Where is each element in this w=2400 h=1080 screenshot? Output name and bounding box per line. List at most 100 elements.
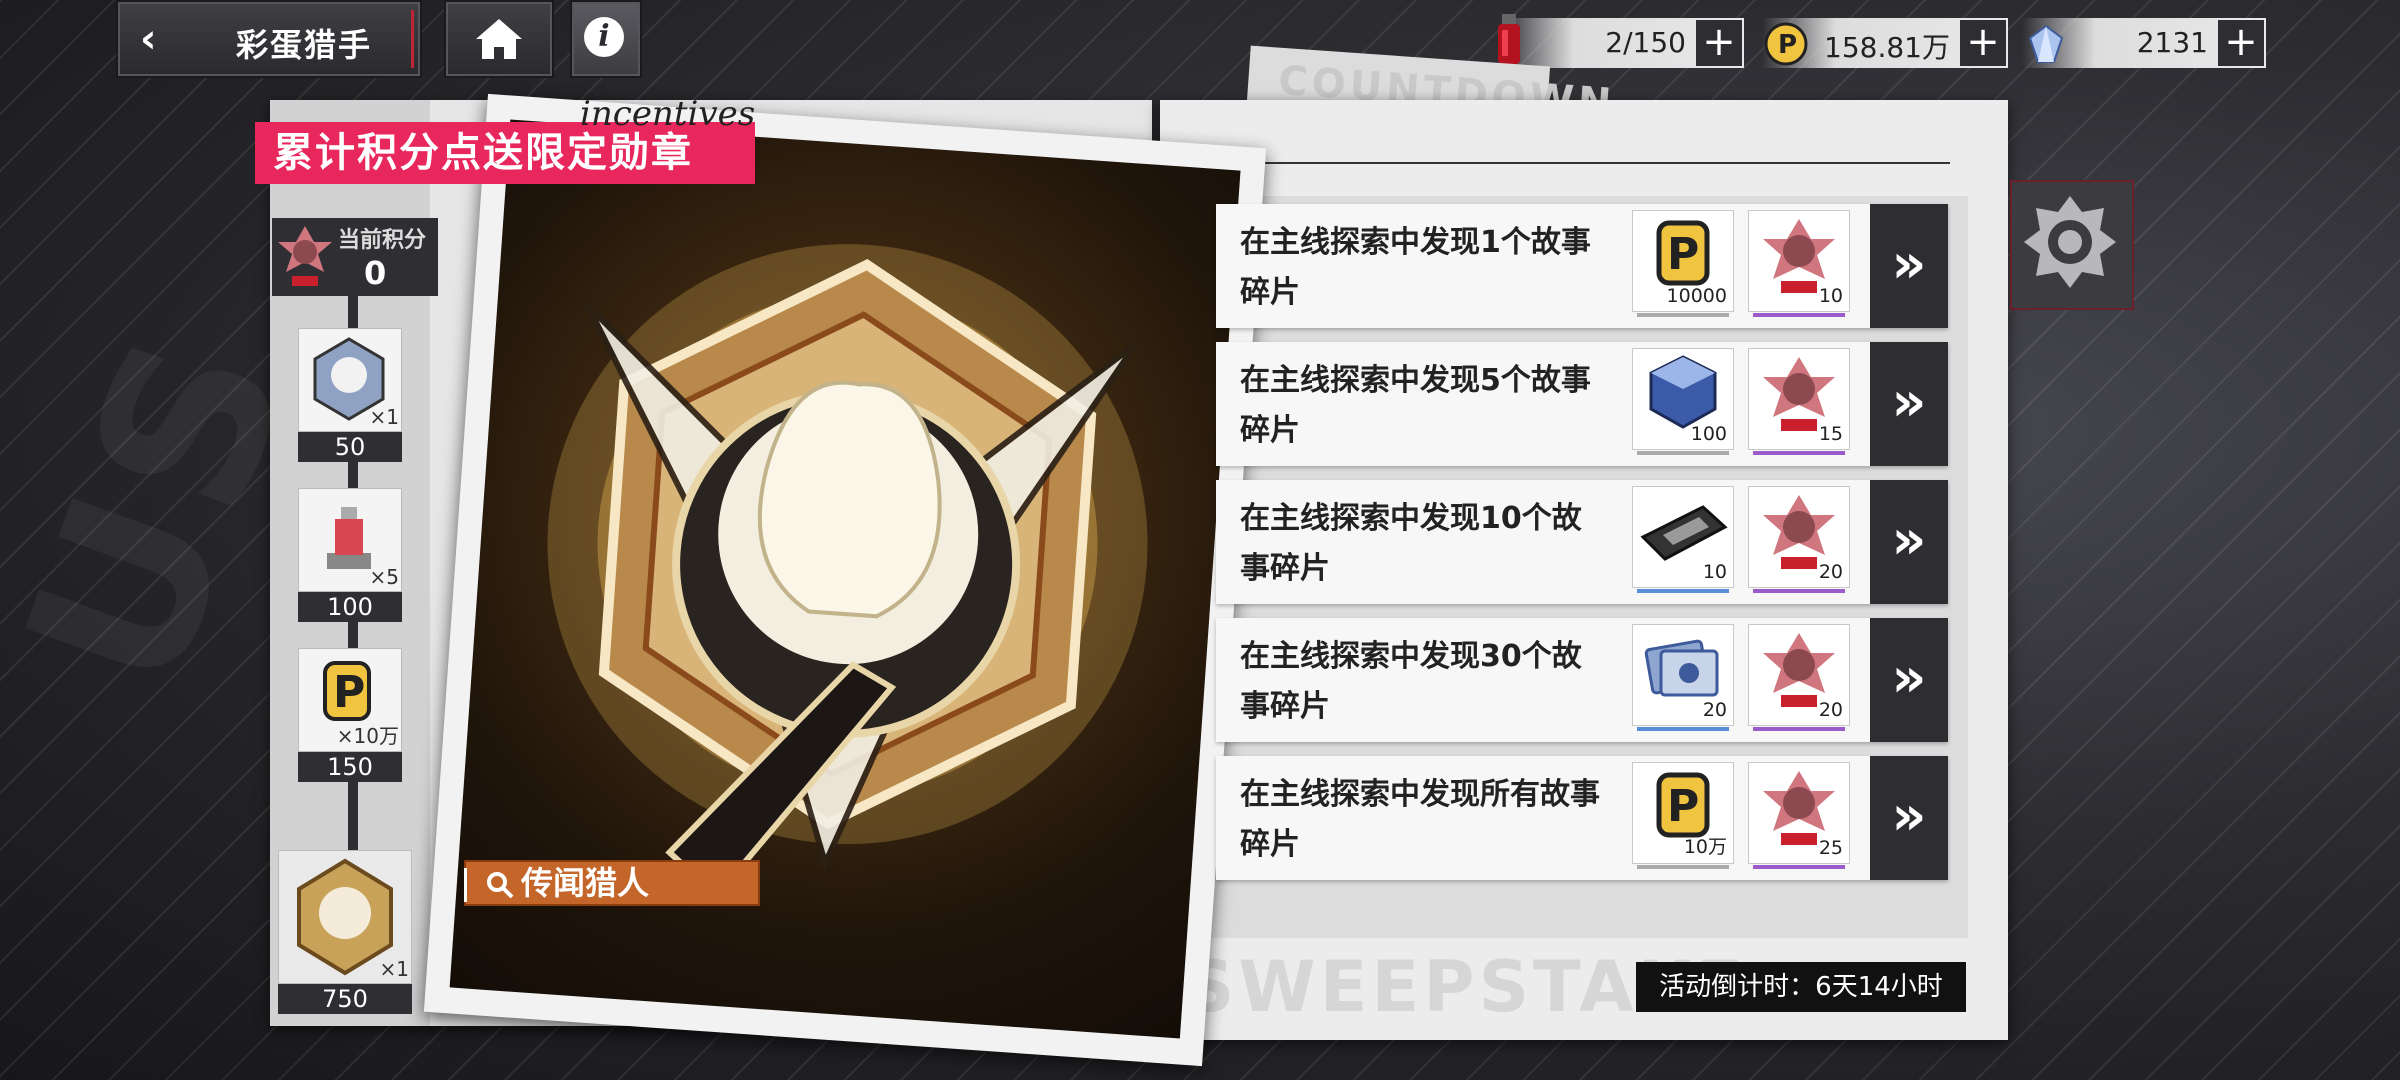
reward-count: 20 [1818, 561, 1843, 583]
milestone-reward[interactable]: P ×10万 150 [298, 648, 402, 782]
task-row: 在主线探索中发现1个故事碎片 P 10000 10 » [1216, 204, 1948, 328]
home-button[interactable] [444, 0, 554, 78]
panel-divider [1214, 162, 1950, 164]
task-reward[interactable]: P 10000 [1632, 210, 1734, 317]
rarity-bar [1637, 589, 1729, 593]
go-button[interactable]: » [1870, 342, 1948, 466]
svg-text:P: P [1778, 30, 1797, 60]
milestone-qty: ×5 [369, 565, 399, 589]
crystal-value: 2131 [2136, 26, 2208, 59]
incentive-caption: incentives [580, 94, 756, 134]
task-reward[interactable]: 10 [1632, 486, 1734, 593]
rarity-bar [1637, 313, 1729, 317]
current-points-value: 0 [364, 254, 387, 292]
task-description: 在主线探索中发现10个故事碎片 [1240, 501, 1582, 586]
milestone-qty: ×1 [369, 405, 399, 429]
gear-medal-icon [2024, 196, 2116, 288]
tag-cursor [464, 868, 467, 902]
side-medal-tab[interactable] [2010, 180, 2134, 310]
task-description: 在主线探索中发现30个故事碎片 [1240, 639, 1582, 724]
task-reward[interactable]: P 10万 [1632, 762, 1734, 869]
resource-coin: P 158.81万 + [1762, 18, 2008, 68]
stamina-value: 2/150 [1605, 26, 1686, 59]
rarity-bar [1753, 865, 1845, 869]
add-coin-button[interactable]: + [1960, 20, 2006, 66]
reward-count: 10000 [1666, 285, 1727, 307]
medal-showcase-card [423, 93, 1267, 1067]
go-button[interactable]: » [1870, 480, 1948, 604]
milestone-points: 150 [298, 752, 402, 782]
crystal-icon [2028, 24, 2064, 63]
rarity-bar [1753, 451, 1845, 455]
resource-stamina: 2/150 + [1498, 14, 1744, 68]
svg-text:P: P [333, 667, 365, 718]
add-stamina-button[interactable]: + [1696, 20, 1742, 66]
search-icon [487, 872, 514, 899]
rarity-bar [1637, 451, 1729, 455]
stamina-vial-icon [1498, 14, 1520, 64]
p-coin-icon: P [1764, 22, 1808, 66]
task-reward[interactable]: 20 [1632, 624, 1734, 731]
milestone-reward[interactable]: ×1 50 [298, 328, 402, 462]
reward-count: 10 [1702, 561, 1727, 583]
task-row: 在主线探索中发现10个故事碎片 10 20 » [1216, 480, 1948, 604]
info-icon: i [584, 17, 624, 57]
rarity-bar [1753, 313, 1845, 317]
task-row: 在主线探索中发现30个故事碎片 20 20 » [1216, 618, 1948, 742]
go-button[interactable]: » [1870, 618, 1948, 742]
medal-point-icon [278, 226, 332, 286]
page-title: 彩蛋猎手 [236, 26, 373, 64]
task-description: 在主线探索中发现所有故事碎片 [1240, 777, 1600, 862]
milestone-qty: ×10万 [336, 724, 399, 748]
double-chevron-icon: » [1891, 370, 1927, 433]
double-chevron-icon: » [1891, 784, 1927, 847]
info-button[interactable]: i [570, 0, 642, 78]
home-icon [476, 19, 522, 59]
task-row: 在主线探索中发现所有故事碎片 P 10万 25 » [1216, 756, 1948, 880]
double-chevron-icon: » [1891, 232, 1927, 295]
reward-count: 10 [1818, 285, 1843, 307]
double-chevron-icon: » [1891, 646, 1927, 709]
go-button[interactable]: » [1870, 204, 1948, 328]
svg-text:P: P [1667, 781, 1699, 832]
back-button[interactable]: ‹ 彩蛋猎手 [116, 0, 422, 78]
go-button[interactable]: » [1870, 756, 1948, 880]
medal-name-tag: 传闻猎人 [464, 860, 760, 906]
svg-text:P: P [1667, 229, 1699, 280]
reward-count: 20 [1818, 699, 1843, 721]
reward-count: 25 [1818, 837, 1843, 859]
task-description: 在主线探索中发现5个故事碎片 [1240, 363, 1591, 448]
task-description: 在主线探索中发现1个故事碎片 [1240, 225, 1591, 310]
milestone-reward[interactable]: ×5 100 [298, 488, 402, 622]
task-reward[interactable]: 20 [1748, 486, 1850, 593]
reward-count: 10万 [1683, 836, 1727, 858]
event-countdown: 活动倒计时：6天14小时 [1636, 962, 1966, 1012]
resource-crystal: 2131 + [2022, 18, 2266, 68]
current-points-label: 当前积分 [338, 228, 427, 253]
accent-divider [411, 10, 414, 68]
medal-name: 传闻猎人 [521, 864, 650, 902]
current-points-box: 当前积分 0 [272, 218, 438, 296]
task-reward[interactable]: 15 [1748, 348, 1850, 455]
task-reward[interactable]: 10 [1748, 210, 1850, 317]
milestone-points: 750 [278, 984, 412, 1014]
milestone-qty: ×1 [379, 957, 409, 981]
double-chevron-icon: » [1891, 508, 1927, 571]
rarity-bar [1753, 589, 1845, 593]
add-crystal-button[interactable]: + [2218, 20, 2264, 66]
task-reward[interactable]: 25 [1748, 762, 1850, 869]
milestone-points: 50 [298, 432, 402, 462]
reward-count: 100 [1690, 423, 1727, 445]
rarity-bar [1637, 727, 1729, 731]
reward-count: 15 [1818, 423, 1843, 445]
task-row: 在主线探索中发现5个故事碎片 100 15 » [1216, 342, 1948, 466]
task-reward[interactable]: 20 [1748, 624, 1850, 731]
task-reward[interactable]: 100 [1632, 348, 1734, 455]
back-arrow-icon: ‹ [140, 16, 157, 62]
milestone-points: 100 [298, 592, 402, 622]
coin-value: 158.81万 [1824, 31, 1950, 64]
rarity-bar [1753, 727, 1845, 731]
reward-count: 20 [1702, 699, 1727, 721]
final-milestone-reward[interactable]: ×1 750 [278, 850, 412, 1014]
rarity-bar [1637, 865, 1729, 869]
